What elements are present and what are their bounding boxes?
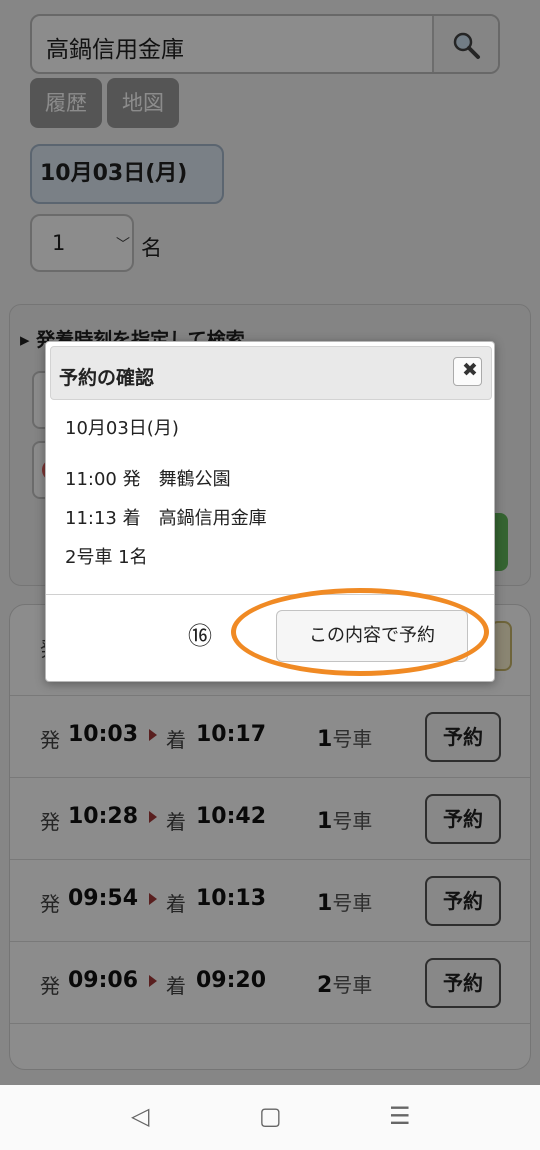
dialog-title: 予約の確認 <box>59 367 155 389</box>
close-icon: ✖ <box>462 359 478 381</box>
system-nav-bar: ◁ ▢ ☰ <box>0 1085 540 1150</box>
reservation-date: 10月03日(月) <box>65 418 179 439</box>
home-icon[interactable]: ▢ <box>259 1102 282 1130</box>
confirm-reservation-button[interactable]: この内容で予約 <box>276 610 468 662</box>
divider <box>46 594 494 595</box>
menu-icon[interactable]: ☰ <box>389 1102 411 1130</box>
reservation-car: 2号車 1名 <box>65 547 148 568</box>
reservation-arrival: 11:13 着 高鍋信用金庫 <box>65 508 267 529</box>
back-icon[interactable]: ◁ <box>131 1102 149 1130</box>
step-marker: ⑯ <box>188 622 212 650</box>
reservation-confirm-dialog: 予約の確認 ✖ 10月03日(月) 11:00 発 舞鶴公園 11:13 着 高… <box>45 341 495 682</box>
reservation-departure: 11:00 発 舞鶴公園 <box>65 469 231 490</box>
close-button[interactable]: ✖ <box>453 357 482 386</box>
app-page: 高鍋信用金庫 履歴 地図 10月03日(月) 1 ﹀ 名 ▸ 発着時刻を指定して… <box>0 0 540 1085</box>
dialog-header: 予約の確認 <box>50 346 492 400</box>
